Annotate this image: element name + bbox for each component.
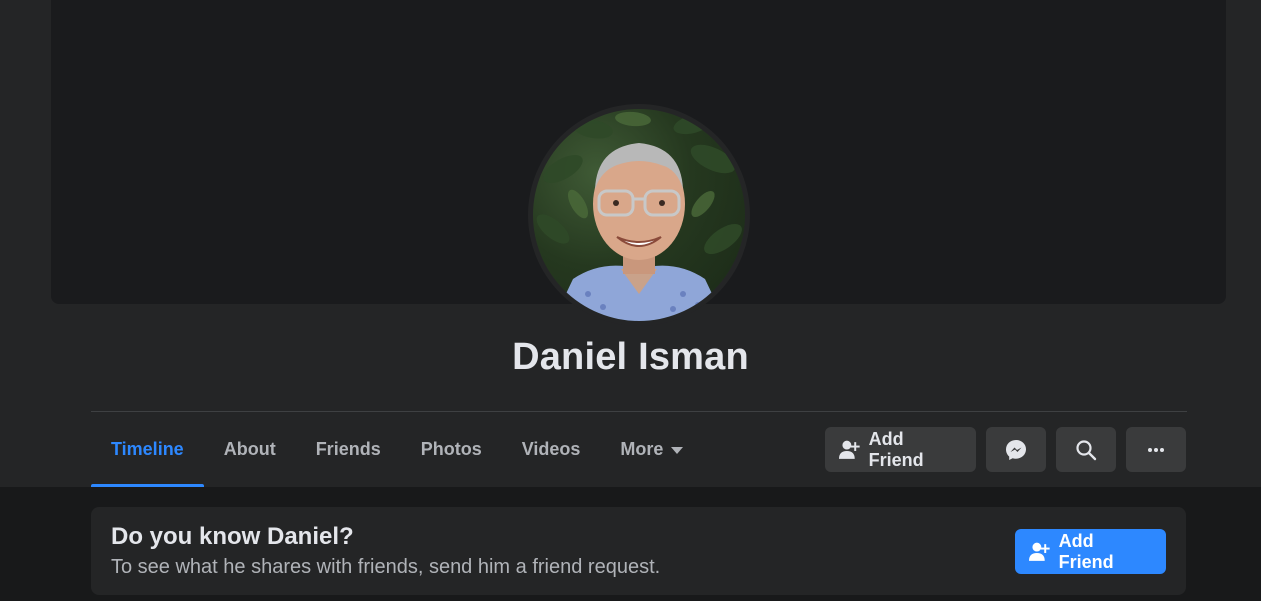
tab-label: Timeline (111, 439, 184, 459)
tab-about[interactable]: About (204, 412, 296, 487)
add-friend-icon (1029, 542, 1050, 561)
add-friend-primary-button[interactable]: Add Friend (1015, 529, 1166, 574)
search-icon (1076, 439, 1097, 460)
profile-header: Daniel Isman Timeline About Friends Phot… (0, 0, 1261, 487)
profile-actions: Add Friend (825, 427, 1186, 472)
tab-label: Videos (521, 439, 581, 459)
add-friend-label: Add Friend (868, 428, 924, 470)
profile-name: Daniel Isman (512, 336, 749, 378)
tab-timeline[interactable]: Timeline (91, 412, 204, 487)
tab-label: More (620, 439, 664, 459)
add-friend-label: Add Friend (1058, 530, 1114, 572)
friend-request-prompt: Do you know Daniel? To see what he share… (91, 507, 1186, 595)
tab-label: Friends (315, 439, 381, 459)
prompt-subtitle: To see what he shares with friends, send… (111, 556, 661, 578)
tab-friends[interactable]: Friends (296, 412, 401, 487)
messenger-button[interactable] (986, 427, 1046, 472)
tab-more[interactable]: More (600, 412, 703, 487)
tab-label: Photos (420, 439, 482, 459)
profile-photo-illustration (536, 111, 742, 321)
profile-tabs: Timeline About Friends Photos Videos Mor… (91, 412, 703, 487)
add-friend-icon (839, 440, 860, 459)
messenger-icon (1006, 439, 1026, 460)
add-friend-button[interactable]: Add Friend (825, 427, 976, 472)
caret-down-icon (671, 447, 684, 454)
more-options-button[interactable] (1126, 427, 1186, 472)
profile-picture[interactable] (533, 109, 745, 321)
ellipsis-icon (1148, 447, 1164, 452)
prompt-title: Do you know Daniel? (111, 523, 354, 550)
tab-photos[interactable]: Photos (401, 412, 502, 487)
search-button[interactable] (1056, 427, 1116, 472)
profile-picture-frame[interactable] (528, 104, 750, 326)
tab-label: About (223, 439, 276, 459)
tab-videos[interactable]: Videos (502, 412, 601, 487)
